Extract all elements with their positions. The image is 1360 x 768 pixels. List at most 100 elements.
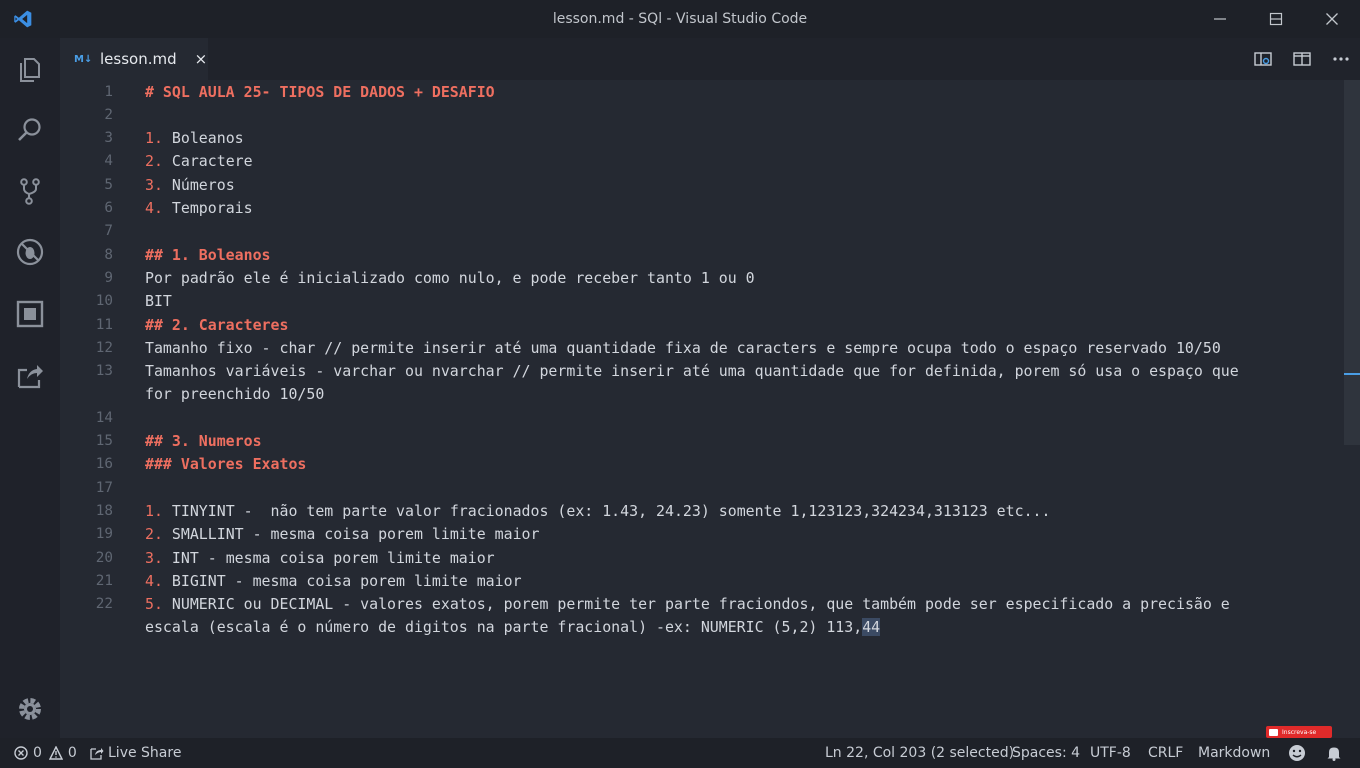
line-number: 8 <box>104 246 113 263</box>
problems-indicator[interactable]: 0 0 <box>14 738 77 768</box>
markdown-heading: ## 3. Numeros <box>145 432 262 450</box>
search-button[interactable] <box>0 102 60 158</box>
preview-icon <box>1253 52 1272 66</box>
scrollbar-cursor-marker <box>1344 373 1360 375</box>
code-line[interactable]: ## 3. Numeros <box>145 430 262 453</box>
language-mode-selector[interactable]: Markdown <box>1198 738 1270 768</box>
code-line[interactable]: Tamanhos variáveis - varchar ou nvarchar… <box>145 360 1239 383</box>
line-number: 20 <box>95 549 113 566</box>
cursor-position[interactable]: Ln 22, Col 203 (2 selected) <box>825 738 1014 768</box>
list-marker: 3. <box>145 548 163 567</box>
split-editor-button[interactable] <box>1282 38 1321 80</box>
list-marker: 1. <box>145 501 163 520</box>
explorer-button[interactable] <box>0 42 60 98</box>
minimize-button-area[interactable] <box>1192 0 1248 38</box>
code-text: Números <box>162 175 235 194</box>
code-line[interactable]: Tamanho fixo - char // permite inserir a… <box>145 337 1221 360</box>
ellipsis-icon <box>1332 57 1349 61</box>
status-bar: 0 0 Live Share Ln 22, Col 203 (2 selecte… <box>0 738 1360 768</box>
tab-close-button[interactable]: × <box>195 50 208 68</box>
editor-tabs: M↓ lesson.md × <box>60 38 1360 80</box>
code-line[interactable]: ## 1. Boleanos <box>145 244 271 267</box>
selected-text: 44 <box>862 618 881 637</box>
line-number: 7 <box>104 223 113 240</box>
code-line[interactable]: 1. Boleanos <box>145 127 244 150</box>
code-editor[interactable]: 1 # SQL AULA 25- TIPOS DE DADOS + DESAFIO… <box>60 80 1344 738</box>
live-share-icon <box>17 365 43 389</box>
warning-count: 0 <box>67 745 77 761</box>
code-line[interactable]: 2. Caractere <box>145 150 253 173</box>
code-text: INT - mesma coisa porem limite maior <box>162 548 495 567</box>
line-number <box>60 383 113 406</box>
line-number: 22 <box>95 596 113 613</box>
list-marker: 2. <box>145 525 163 544</box>
code-text: SMALLINT - mesma coisa porem limite maio… <box>162 525 540 544</box>
code-line[interactable]: ## 2. Caracteres <box>145 314 288 337</box>
code-text: NUMERIC ou DECIMAL - valores exatos, por… <box>162 595 1230 614</box>
more-actions-button[interactable] <box>1321 38 1360 80</box>
editor-scrollbar[interactable] <box>1344 80 1360 445</box>
line-number: 1 <box>104 83 113 100</box>
code-line[interactable]: 4. Temporais <box>145 197 253 220</box>
code-line[interactable]: Por padrão ele é inicializado como nulo,… <box>145 267 755 290</box>
code-line[interactable]: 4. BIGINT - mesma coisa porem limite mai… <box>145 570 522 593</box>
line-number: 16 <box>95 456 113 473</box>
code-text: Caractere <box>162 152 253 171</box>
debug-button[interactable] <box>0 224 60 280</box>
code-text: Tamanho fixo - char // permite inserir a… <box>145 338 1221 357</box>
markdown-heading: # SQL AULA 25- TIPOS DE DADOS + DESAFIO <box>145 82 495 101</box>
code-text: BIT <box>145 292 172 311</box>
line-number: 9 <box>104 269 113 286</box>
notifications-button[interactable] <box>1326 738 1342 768</box>
code-text: Temporais <box>162 199 253 217</box>
eol-selector[interactable]: CRLF <box>1148 738 1183 768</box>
code-line[interactable]: BIT <box>145 290 172 313</box>
code-line[interactable]: ### Valores Exatos <box>145 453 306 476</box>
error-icon <box>14 746 28 760</box>
code-line[interactable]: 1. TINYINT - não tem parte valor fracion… <box>145 500 1050 523</box>
markdown-heading: ## 2. Caracteres <box>145 315 289 334</box>
gear-icon <box>19 698 41 720</box>
tab-lesson-md[interactable]: M↓ lesson.md × <box>60 38 208 80</box>
code-text: BIGINT - mesma coisa porem limite maior <box>162 571 522 590</box>
indentation-selector[interactable]: Spaces: 4 <box>1012 738 1080 768</box>
source-control-button[interactable] <box>0 163 60 219</box>
maximize-button-area[interactable] <box>1248 0 1304 38</box>
open-preview-button[interactable] <box>1243 38 1282 80</box>
line-number: 14 <box>95 409 113 426</box>
code-line[interactable]: 5. NUMERIC ou DECIMAL - valores exatos, … <box>145 593 1230 616</box>
line-number: 21 <box>95 572 113 589</box>
line-number: 12 <box>95 339 113 356</box>
window-title: lesson.md - SQl - Visual Studio Code <box>552 11 808 27</box>
line-number: 5 <box>104 176 113 193</box>
subscribe-label: Inscreva-se <box>1282 728 1317 736</box>
warning-icon <box>48 746 63 760</box>
smiley-icon <box>1289 745 1305 761</box>
close-window-button[interactable] <box>1304 0 1360 38</box>
code-text: Tamanhos variáveis - varchar ou nvarchar… <box>145 362 1239 381</box>
code-line[interactable]: # SQL AULA 25- TIPOS DE DADOS + DESAFIO <box>145 81 495 104</box>
settings-button[interactable] <box>0 681 60 737</box>
extensions-button[interactable] <box>0 286 60 342</box>
line-number: 6 <box>104 200 113 216</box>
error-count: 0 <box>33 745 42 761</box>
code-line[interactable]: 3. INT - mesma coisa porem limite maior <box>145 547 495 570</box>
encoding-selector[interactable]: UTF-8 <box>1090 738 1131 768</box>
live-share-status-button[interactable]: Live Share <box>90 738 181 768</box>
line-number: 15 <box>95 433 113 449</box>
live-share-activity-button[interactable] <box>0 347 60 403</box>
code-line[interactable]: escala (escala é o número de digitos na … <box>145 616 881 639</box>
live-share-label: Live Share <box>108 745 182 761</box>
code-line[interactable]: 2. SMALLINT - mesma coisa porem limite m… <box>145 523 539 546</box>
code-line[interactable]: for preenchido 10/50 <box>145 383 324 406</box>
extensions-icon <box>16 300 44 328</box>
markdown-heading: ## 1. Boleanos <box>145 245 271 264</box>
subscribe-badge[interactable]: Inscreva-se <box>1266 726 1332 738</box>
split-editor-icon <box>1292 52 1311 66</box>
feedback-button[interactable] <box>1288 738 1306 768</box>
share-icon <box>90 748 104 760</box>
debug-icon <box>16 238 44 266</box>
list-marker: 2. <box>145 152 163 171</box>
code-line[interactable]: 3. Números <box>145 174 235 197</box>
close-icon <box>1326 13 1338 25</box>
